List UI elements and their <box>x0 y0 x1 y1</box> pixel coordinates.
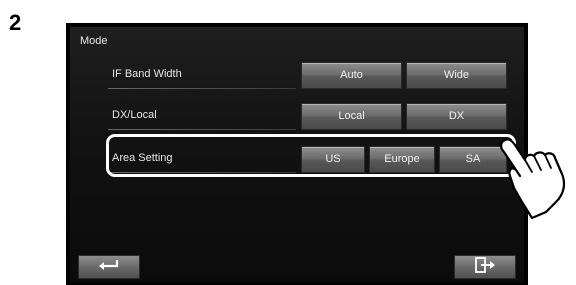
back-button[interactable] <box>78 255 140 279</box>
setting-row-if-band-width: IF Band Width Auto Wide <box>108 62 507 89</box>
pointing-hand-icon <box>492 130 576 225</box>
row-divider <box>108 88 296 89</box>
row-label: IF Band Width <box>112 68 182 80</box>
row-highlight-outline <box>106 134 516 177</box>
return-arrow-icon <box>97 258 121 277</box>
wide-button[interactable]: Wide <box>406 62 507 89</box>
exit-screen-icon <box>474 256 496 278</box>
row-label: DX/Local <box>112 109 157 121</box>
local-button[interactable]: Local <box>301 103 402 130</box>
setting-row-dx-local: DX/Local Local DX <box>108 103 507 130</box>
dx-button[interactable]: DX <box>406 103 507 130</box>
step-number: 2 <box>9 10 22 35</box>
page-title: Mode <box>80 35 108 47</box>
exit-button[interactable] <box>454 255 516 279</box>
row-divider <box>108 129 296 130</box>
auto-button[interactable]: Auto <box>301 62 402 89</box>
